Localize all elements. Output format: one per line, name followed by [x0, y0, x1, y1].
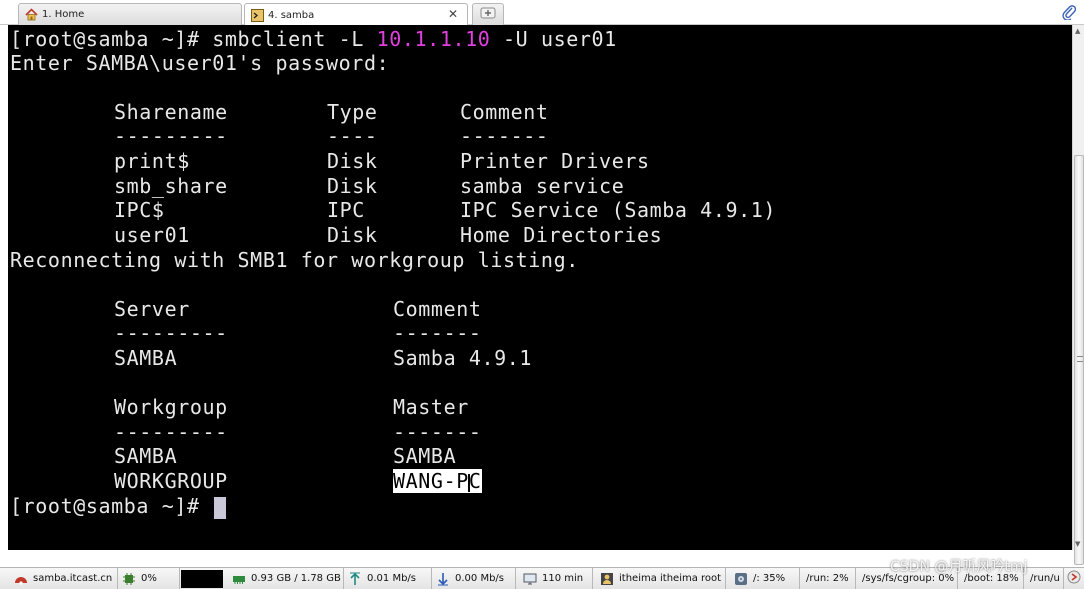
shares-sep-name: --------- — [114, 124, 228, 148]
tab-samba-label: 4. samba — [268, 9, 315, 21]
status-users: itheima itheima root — [596, 568, 726, 589]
share-name: user01 — [114, 223, 190, 247]
download-arrow-icon — [436, 572, 450, 586]
command-line: [root@samba ~]# smbclient -L 10.1.1.10 -… — [10, 27, 617, 51]
monitor-icon — [523, 572, 537, 586]
status-download: 0.00 Mb/s — [432, 568, 516, 589]
prompt: [root@samba ~]# — [10, 27, 213, 51]
shares-sep-comment: ------- — [460, 124, 549, 148]
share-name: print$ — [114, 149, 190, 173]
command-text: smbclient -L — [212, 27, 377, 51]
new-tab-icon — [480, 7, 496, 22]
text-cursor — [214, 496, 227, 519]
workgroup-name: WORKGROUP — [114, 469, 228, 493]
server-sep-comment: ------- — [393, 321, 482, 345]
share-comment: samba service — [460, 174, 625, 198]
workgroup-header-name: Workgroup — [114, 395, 228, 419]
share-name: smb_share — [114, 174, 228, 198]
uptime: 110 min — [542, 573, 584, 584]
tab-samba[interactable]: 4. samba ✕ — [244, 3, 468, 26]
memory-icon — [232, 572, 246, 586]
scroll-down-arrow-icon[interactable]: ▼ — [1075, 540, 1080, 548]
disk-run-usage: /run: 2% — [806, 573, 849, 584]
share-comment: Printer Drivers — [460, 149, 650, 173]
cpu-icon — [122, 572, 136, 586]
terminal-window[interactable]: [root@samba ~]# smbclient -L 10.1.1.10 -… — [8, 25, 1072, 550]
server-icon — [14, 572, 28, 586]
shares-header-type: Type — [327, 100, 378, 124]
reconnect-message: Reconnecting with SMB1 for workgroup lis… — [10, 248, 579, 272]
upload-arrow-icon — [348, 572, 362, 586]
tab-bar: 1. Home 4. samba ✕ — [0, 0, 1084, 26]
share-type: IPC — [327, 198, 365, 222]
status-memory: 0.93 GB / 1.78 GB — [228, 568, 344, 589]
upload-rate: 0.01 Mb/s — [367, 573, 416, 584]
tab-home[interactable]: 1. Home — [18, 3, 242, 25]
share-type: Disk — [327, 174, 378, 198]
status-disk-run: /run: 2% — [802, 568, 856, 589]
host-name: samba.itcast.cn — [33, 573, 113, 584]
memory-usage: 0.93 GB / 1.78 GB — [251, 573, 341, 584]
disk-root-usage: /: 35% — [753, 573, 786, 584]
command-args: -U user01 — [490, 27, 617, 51]
server-header-name: Server — [114, 297, 190, 321]
close-icon[interactable]: ✕ — [448, 7, 458, 21]
server-name: SAMBA — [114, 346, 178, 370]
paperclip-icon[interactable] — [1062, 4, 1077, 21]
disk-icon — [734, 572, 748, 586]
workgroup-master-selected[interactable]: WANG-PC — [393, 469, 482, 493]
final-prompt-line: [root@samba ~]# — [10, 494, 227, 519]
password-prompt: Enter SAMBA\user01's password: — [10, 51, 390, 75]
prompt: [root@samba ~]# — [10, 494, 213, 518]
workgroup-name: SAMBA — [114, 444, 178, 468]
new-tab-button[interactable] — [472, 3, 504, 25]
workgroup-master: SAMBA — [393, 444, 457, 468]
workgroup-sep-master: ------- — [393, 420, 482, 444]
status-disk-root: /: 35% — [730, 568, 800, 589]
share-comment: IPC Service (Samba 4.9.1) — [460, 198, 777, 222]
cpu-graph — [181, 570, 223, 588]
shares-sep-type: ---- — [327, 124, 378, 148]
watermark: CSDN @月听风吟tmj — [890, 559, 1028, 575]
workgroup-sep-name: --------- — [114, 420, 228, 444]
status-scroll-right[interactable] — [1064, 568, 1084, 589]
download-rate: 0.00 Mb/s — [455, 573, 504, 584]
selected-text: WANG-PC — [393, 469, 482, 493]
scroll-up-arrow-icon[interactable]: ▲ — [1075, 27, 1080, 35]
terminal-icon — [251, 8, 264, 22]
grip-icon — [1077, 356, 1083, 362]
status-uptime: 110 min — [519, 568, 593, 589]
server-header-comment: Comment — [393, 297, 482, 321]
host-ip: 10.1.1.10 — [376, 27, 491, 51]
scroll-right-arrow-icon — [1067, 570, 1081, 587]
share-comment: Home Directories — [460, 223, 663, 247]
shares-header-comment: Comment — [460, 100, 549, 124]
share-type: Disk — [327, 149, 378, 173]
vertical-scrollbar[interactable]: ▲ ▼ — [1072, 25, 1084, 565]
shares-header-name: Sharename — [114, 100, 228, 124]
status-upload: 0.01 Mb/s — [344, 568, 432, 589]
share-name: IPC$ — [114, 198, 165, 222]
disk-runu-usage: /run/u — [1030, 573, 1060, 584]
status-host[interactable]: samba.itcast.cn — [0, 568, 118, 589]
tab-home-label: 1. Home — [42, 9, 85, 20]
server-sep-name: --------- — [114, 321, 228, 345]
user-icon — [600, 572, 614, 586]
status-disk-runu: /run/u — [1026, 568, 1064, 589]
status-cpu: 0% — [118, 568, 180, 589]
logged-users: itheima itheima root — [619, 573, 722, 584]
server-comment: Samba 4.9.1 — [393, 346, 533, 370]
cpu-usage: 0% — [141, 573, 157, 584]
share-type: Disk — [327, 223, 378, 247]
home-icon — [25, 8, 38, 21]
workgroup-header-master: Master — [393, 395, 469, 419]
scrollbar-thumb[interactable] — [1074, 155, 1084, 565]
